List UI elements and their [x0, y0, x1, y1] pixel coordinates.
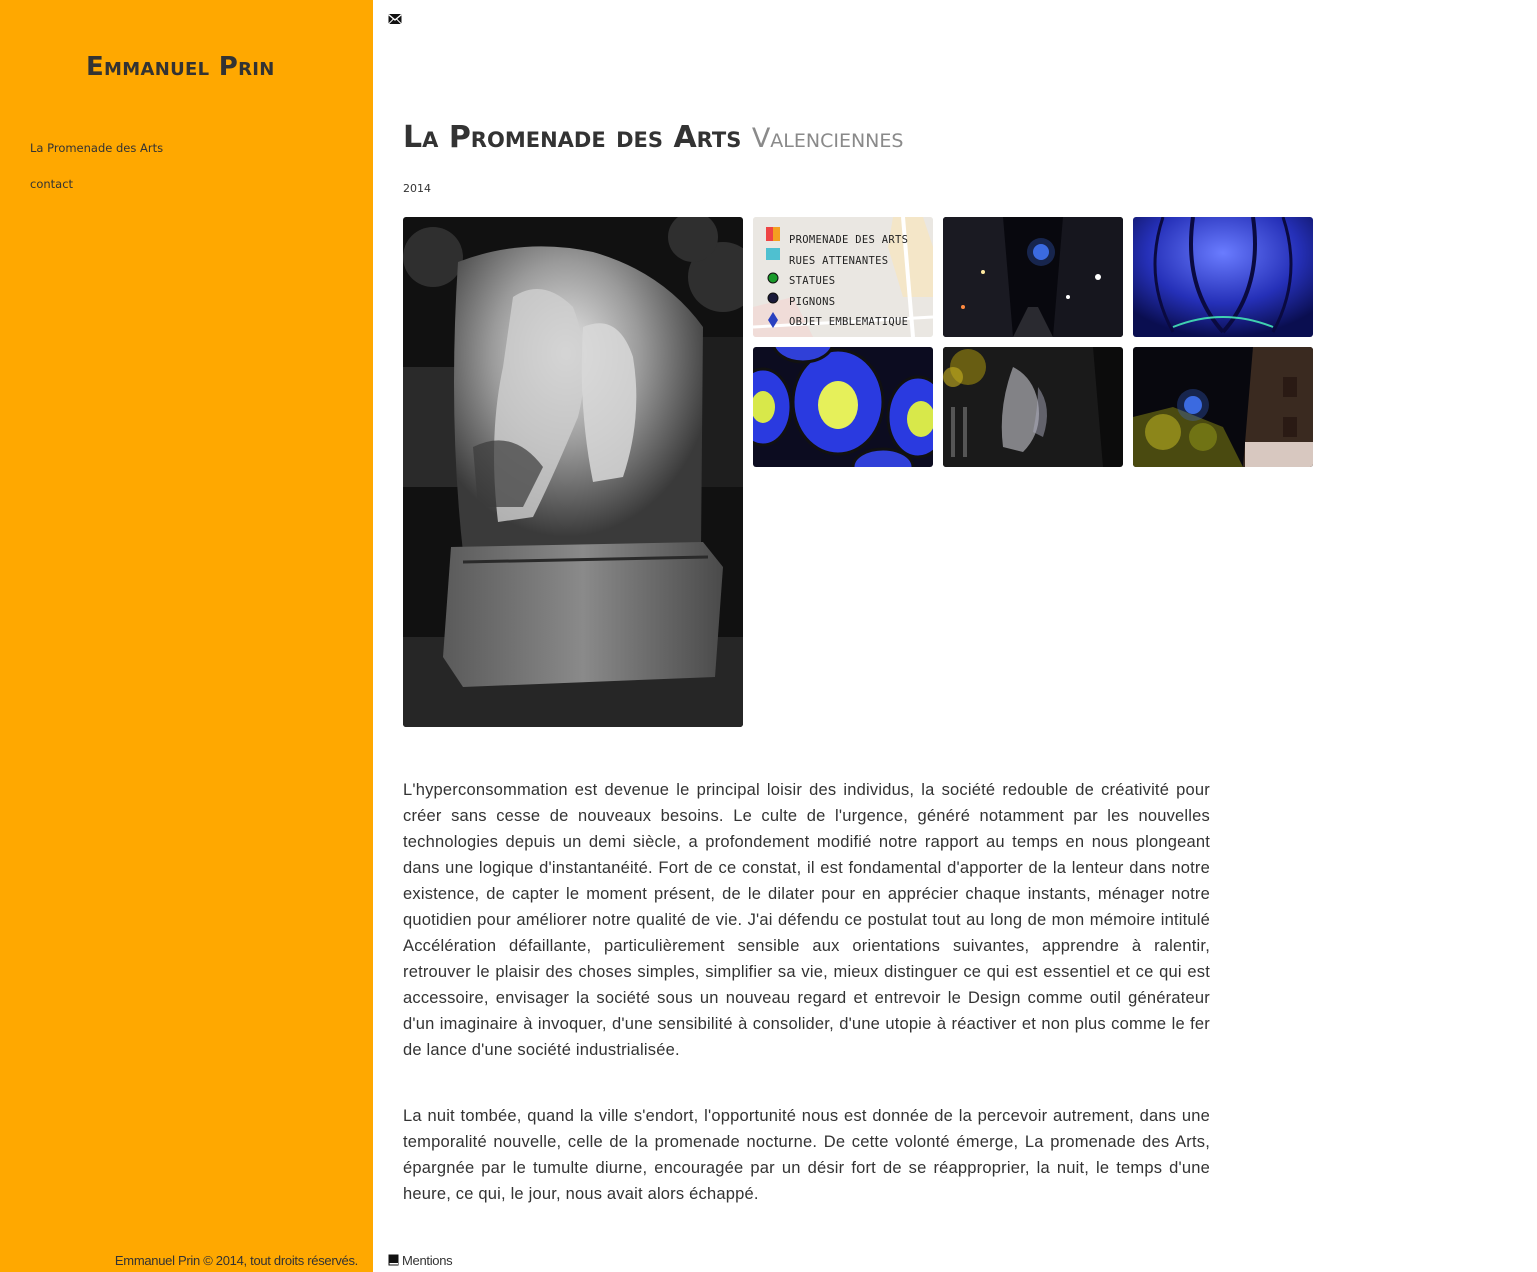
legend-item: PROMENADE DES ARTS	[789, 234, 909, 246]
photo-night-facade[interactable]	[1133, 347, 1313, 467]
photo-map[interactable]: PROMENADE DES ARTS RUES ATTENANTES STATU…	[753, 217, 933, 337]
paragraph-intro: L'hyperconsommation est devenue le princ…	[403, 781, 1210, 1059]
legend-item: RUES ATTENANTES	[789, 254, 889, 267]
sidebar: Emmanuel Prin La Promenade des Arts cont…	[0, 0, 373, 1272]
legend-item: OBJET EMBLEMATIQUE	[789, 316, 909, 328]
project-year: 2014	[403, 182, 431, 195]
page-title: La Promenade des Arts Valenciennes	[403, 120, 903, 157]
photo-statue[interactable]	[403, 217, 743, 727]
page-title-city: Valenciennes	[751, 123, 904, 154]
paragraph-night: La nuit tombée, quand la ville s'endort,…	[403, 1107, 1210, 1203]
photo-night-street[interactable]	[943, 217, 1123, 337]
sidebar-nav: La Promenade des Arts contact	[30, 140, 163, 212]
photo-blue-object[interactable]	[1133, 217, 1313, 337]
page-title-main: La Promenade des Arts	[403, 120, 742, 155]
copyright-text: Emmanuel Prin © 2014, tout droits réserv…	[114, 1253, 358, 1268]
photo-wall-projection[interactable]	[943, 347, 1123, 467]
map-legend: PROMENADE DES ARTS RUES ATTENANTES STATU…	[789, 230, 908, 333]
mentions-link[interactable]: Mentions	[388, 1253, 453, 1268]
book-icon	[388, 1254, 399, 1266]
envelope-icon[interactable]	[388, 12, 402, 25]
nav-item-contact[interactable]: contact	[30, 176, 163, 212]
site-title[interactable]: Emmanuel Prin	[86, 52, 275, 82]
mentions-label: Mentions	[402, 1253, 453, 1268]
legend-item: STATUES	[789, 275, 836, 287]
nav-item-promenade[interactable]: La Promenade des Arts	[30, 140, 163, 176]
legend-item: PIGNONS	[789, 295, 836, 308]
photo-blue-pattern[interactable]	[753, 347, 933, 467]
